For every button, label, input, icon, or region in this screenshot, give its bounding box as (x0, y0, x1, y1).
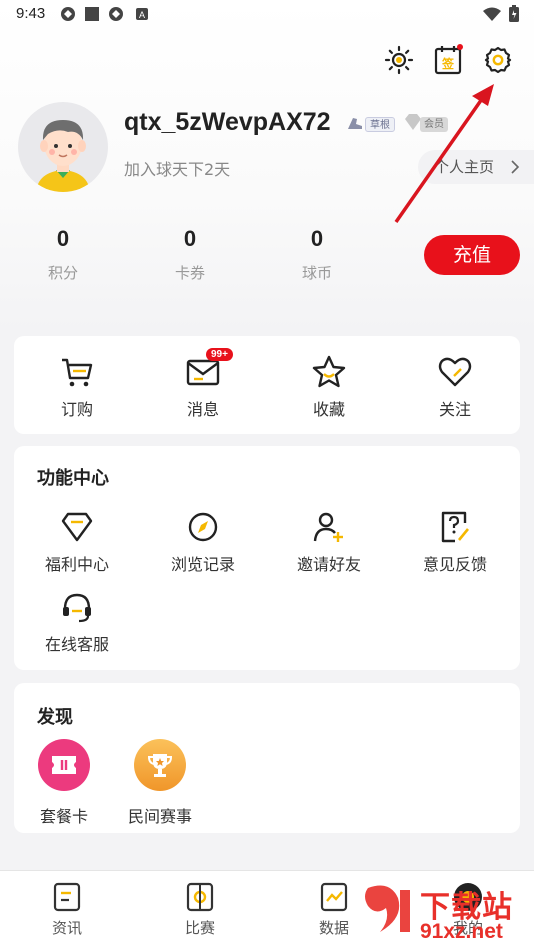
sun-icon (384, 45, 414, 75)
checkin-button[interactable]: 签 (430, 42, 466, 78)
watermark: 下载站 91xz.net (360, 880, 534, 950)
wifi-icon (483, 7, 501, 21)
package-card-label: 套餐卡 (39, 807, 88, 826)
chevron-right-icon (511, 160, 520, 174)
discover-card: 发现 套餐卡 民间赛事 (14, 683, 520, 833)
svg-text:A: A (139, 10, 145, 20)
function-center-title: 功能中心 (37, 468, 109, 489)
a-notification-icon: A (136, 8, 148, 20)
online-service-label: 在线客服 (44, 635, 109, 654)
square-notification-icon (85, 7, 99, 21)
welfare-center-button[interactable]: 福利中心 (14, 509, 140, 575)
personal-home-button[interactable]: 个人主页 (418, 150, 534, 184)
username: qtx_5zWevpAX72 (124, 108, 331, 136)
coins-stat[interactable]: 0 球币 (267, 226, 367, 283)
coupons-stat[interactable]: 0 卡券 (140, 226, 240, 283)
follow-label: 关注 (438, 400, 471, 419)
level-tag: 草根 (365, 117, 395, 132)
member-tag: 会员 (420, 117, 448, 132)
online-service-button[interactable]: 在线客服 (14, 589, 140, 655)
points-stat[interactable]: 0 积分 (13, 226, 113, 283)
folk-events-label: 民间赛事 (127, 807, 192, 826)
recharge-button[interactable]: 充值 (424, 235, 520, 275)
compass-icon (188, 512, 218, 542)
boot-icon (348, 118, 362, 129)
invite-friends-button[interactable]: 邀请好友 (266, 509, 392, 575)
favorites-label: 收藏 (312, 400, 345, 419)
tab-news-label: 资讯 (51, 919, 82, 937)
package-card-button[interactable]: 套餐卡 (14, 739, 114, 827)
match-icon (186, 882, 214, 912)
feedback-label: 意见反馈 (422, 555, 487, 574)
headset-icon (63, 593, 91, 623)
tab-match[interactable]: 比赛 (160, 881, 240, 938)
status-bar: 9:43 A (0, 0, 534, 30)
battery-icon (509, 5, 519, 22)
messages-button[interactable]: 99+ 消息 (140, 348, 266, 420)
theme-toggle-button[interactable] (381, 42, 417, 78)
coupons-label: 卡券 (174, 264, 205, 282)
calendar-icon: 签 (434, 44, 463, 75)
folk-events-button[interactable]: 民间赛事 (110, 739, 210, 827)
function-center-card: 功能中心 福利中心 浏览记录 邀请好友 意见反馈 在线客服 (14, 446, 520, 670)
settings-button[interactable] (480, 42, 516, 78)
quick-actions-card: 订购 99+ 消息 收藏 关注 (14, 336, 520, 434)
messages-badge: 99+ (206, 348, 233, 361)
feedback-button[interactable]: 意见反馈 (392, 509, 518, 575)
tab-news[interactable]: 资讯 (27, 881, 107, 938)
personal-home-label: 个人主页 (434, 158, 495, 176)
coins-label: 球币 (301, 264, 332, 282)
messages-label: 消息 (186, 400, 219, 419)
heart-icon (438, 357, 472, 387)
coupons-value: 0 (183, 226, 197, 251)
trophy-icon (134, 739, 186, 791)
feedback-icon (441, 511, 470, 543)
order-button[interactable]: 订购 (14, 354, 140, 420)
follow-button[interactable]: 关注 (392, 354, 518, 420)
watermark-line2: 91xz.net (420, 920, 503, 943)
points-value: 0 (56, 226, 70, 251)
avatar[interactable] (18, 102, 108, 192)
invite-friends-label: 邀请好友 (296, 555, 361, 574)
avatar-illustration (36, 120, 90, 192)
news-icon (53, 882, 81, 912)
cart-icon (62, 358, 93, 387)
coins-value: 0 (310, 226, 324, 251)
joined-days-text: 加入球天下2天 (124, 160, 231, 179)
gear-icon (484, 46, 512, 74)
points-label: 积分 (47, 264, 78, 282)
discover-title: 发现 (37, 707, 73, 728)
star-icon (312, 355, 346, 388)
gem-icon (61, 512, 93, 542)
welfare-center-label: 福利中心 (44, 555, 109, 574)
tab-match-label: 比赛 (184, 919, 215, 937)
chart-icon (320, 882, 348, 912)
ticket-icon (38, 739, 90, 791)
app-notification-icon (61, 7, 75, 21)
add-user-icon (313, 512, 343, 542)
favorites-button[interactable]: 收藏 (266, 354, 392, 420)
status-time: 9:43 (16, 5, 46, 22)
browse-history-label: 浏览记录 (170, 555, 235, 574)
browse-history-button[interactable]: 浏览记录 (140, 509, 266, 575)
order-label: 订购 (60, 400, 93, 419)
app-notification-icon-2 (109, 7, 123, 21)
svg-text:签: 签 (441, 56, 455, 71)
